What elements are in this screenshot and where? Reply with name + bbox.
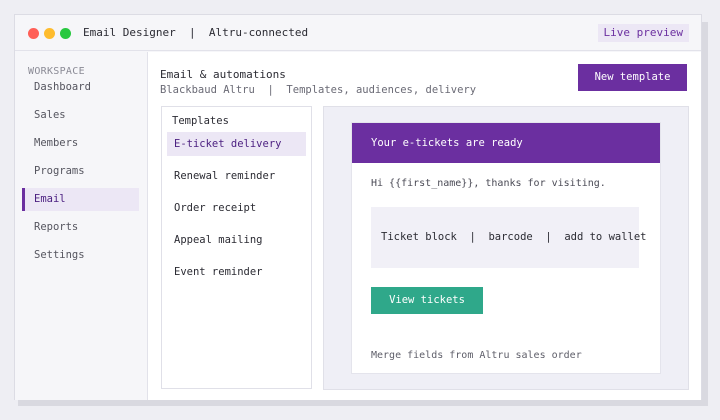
app-window: Email Designer | Altru-connected Live pr… xyxy=(14,14,702,400)
sidebar-item-dashboard[interactable]: Dashboard xyxy=(22,76,139,99)
window-title: Email Designer | Altru-connected xyxy=(83,26,309,39)
template-item-appeal-mailing[interactable]: Appeal mailing xyxy=(167,228,306,252)
minimize-window-icon[interactable] xyxy=(44,28,55,39)
sidebar-item-email[interactable]: Email xyxy=(22,188,139,211)
sidebar-item-programs[interactable]: Programs xyxy=(22,160,139,183)
email-greeting[interactable]: Hi {{first_name}}, thanks for visiting. xyxy=(371,178,606,189)
template-item-renewal-reminder[interactable]: Renewal reminder xyxy=(167,164,306,188)
merge-fields-note: Merge fields from Altru sales order xyxy=(371,350,582,361)
sidebar-item-sales[interactable]: Sales xyxy=(22,104,139,127)
maximize-window-icon[interactable] xyxy=(60,28,71,39)
live-preview-badge[interactable]: Live preview xyxy=(597,24,689,42)
sidebar: WORKSPACE Dashboard Sales Members Progra… xyxy=(15,52,147,400)
email-header[interactable]: Your e-tickets are ready xyxy=(352,123,660,163)
main-panel: Email & automations Blackbaud Altru | Te… xyxy=(147,52,701,400)
sidebar-item-reports[interactable]: Reports xyxy=(22,216,139,239)
ticket-block[interactable]: Ticket block | barcode | add to wallet xyxy=(371,207,647,268)
email-preview: Your e-tickets are ready Hi {{first_name… xyxy=(351,122,661,374)
close-window-icon[interactable] xyxy=(28,28,39,39)
sidebar-item-settings[interactable]: Settings xyxy=(22,244,139,267)
page-title: Email & automations xyxy=(160,68,286,81)
template-item-e-ticket-delivery[interactable]: E-ticket delivery xyxy=(167,132,306,156)
page-subtitle: Blackbaud Altru | Templates, audiences, … xyxy=(160,84,477,96)
template-item-order-receipt[interactable]: Order receipt xyxy=(167,196,306,220)
template-item-event-reminder[interactable]: Event reminder xyxy=(167,260,306,284)
templates-title: Templates xyxy=(172,115,229,127)
new-template-button[interactable]: New template xyxy=(578,64,687,91)
sidebar-item-members[interactable]: Members xyxy=(22,132,139,155)
title-bar: Email Designer | Altru-connected Live pr… xyxy=(15,15,701,51)
view-tickets-button[interactable]: View tickets xyxy=(371,287,483,314)
templates-list: Templates E-ticket delivery Renewal remi… xyxy=(161,106,312,389)
email-preview-area: Your e-tickets are ready Hi {{first_name… xyxy=(323,106,689,390)
